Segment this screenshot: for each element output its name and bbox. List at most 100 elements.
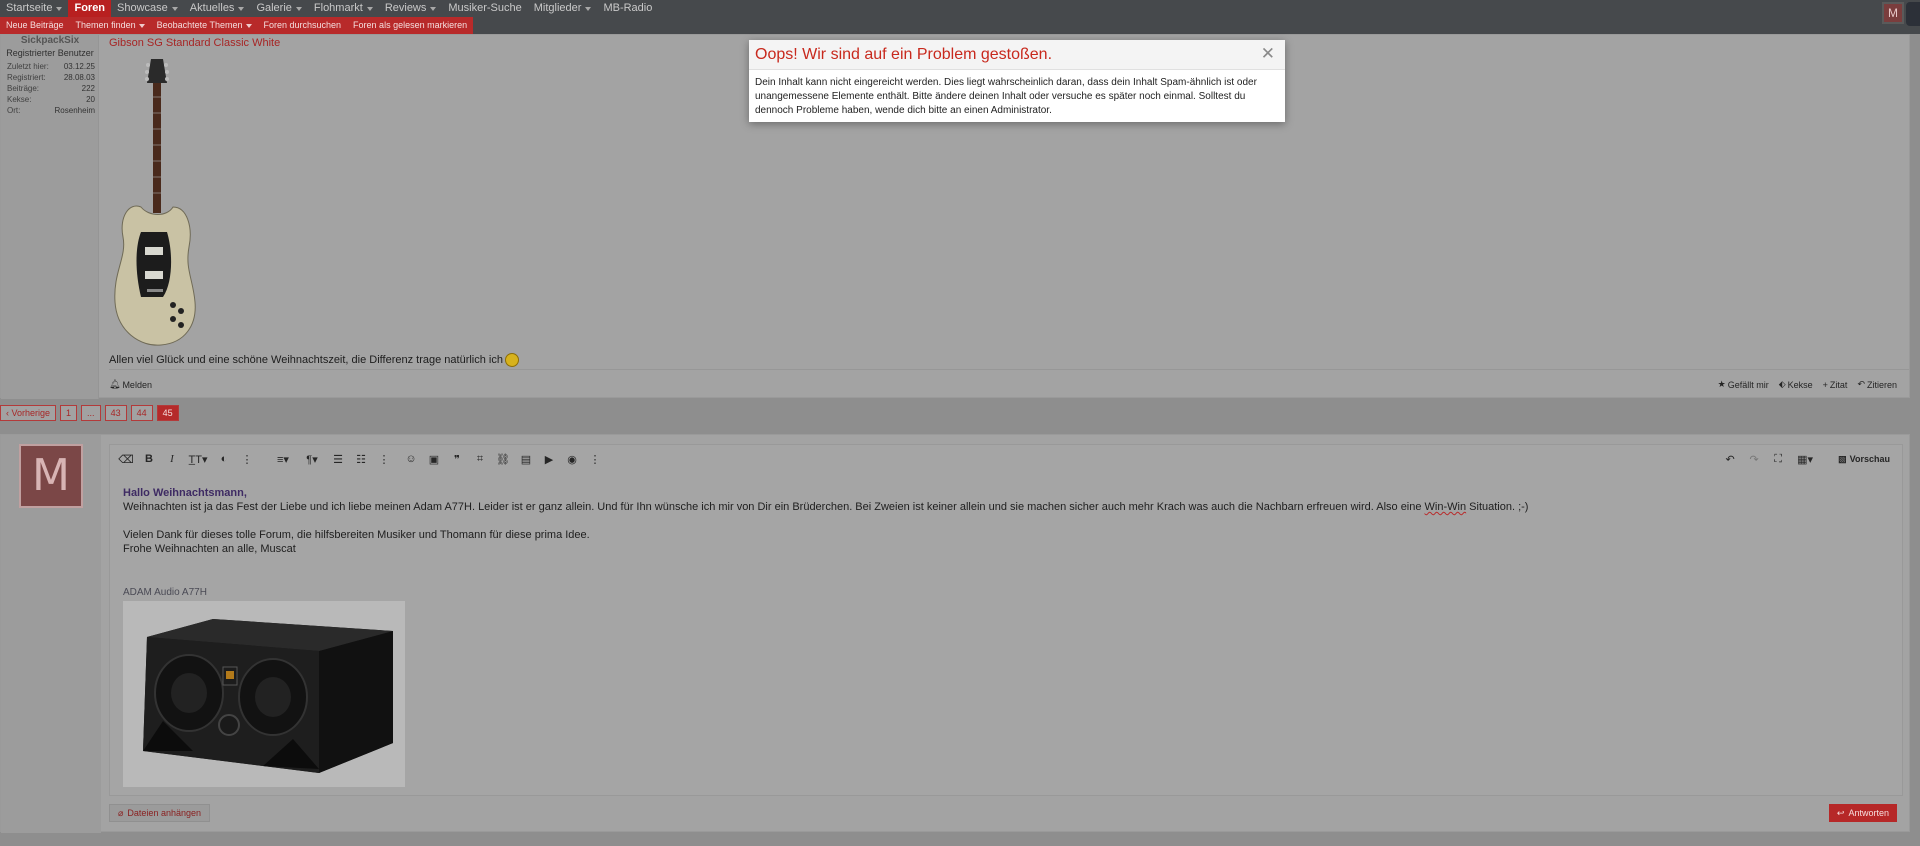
- pagination-page-45[interactable]: 45: [156, 405, 179, 421]
- close-icon[interactable]: ✕: [1261, 44, 1275, 64]
- content-line-2: Vielen Dank für dieses tolle Forum, die …: [123, 529, 590, 541]
- reply-icon: ↶: [1857, 379, 1865, 389]
- video-icon[interactable]: ▶: [543, 453, 555, 466]
- preview-icon: ▧: [1838, 453, 1847, 464]
- divider: [109, 369, 1909, 370]
- reply-button[interactable]: ↩ Antworten: [1828, 804, 1897, 822]
- content-line-1: Weihnachten ist ja das Fest der Liebe un…: [123, 501, 1529, 513]
- speaker-image[interactable]: [123, 601, 405, 787]
- guitar-image: [114, 59, 196, 346]
- chevron-down-icon[interactable]: [295, 6, 302, 11]
- text-size-icon[interactable]: T̲T▾: [189, 453, 208, 466]
- subnav-new-posts[interactable]: Neue Beiträge: [0, 17, 70, 34]
- error-dialog: Oops! Wir sind auf ein Problem gestoßen.…: [749, 40, 1285, 122]
- paragraph-icon[interactable]: ¶▾: [303, 453, 321, 466]
- tag-icon: ⬖: [1778, 379, 1786, 389]
- quote-button[interactable]: ↶ Zitieren: [1857, 379, 1897, 390]
- post-message: Allen viel Glück und eine schöne Weihnac…: [109, 353, 519, 367]
- pagination-page-44[interactable]: 44: [130, 405, 153, 421]
- nav-galerie[interactable]: Galerie: [250, 0, 307, 17]
- redo-icon[interactable]: ↷: [1748, 453, 1760, 466]
- emoji-icon[interactable]: ☺: [405, 453, 417, 465]
- chevron-down-icon[interactable]: [430, 6, 437, 11]
- align-icon[interactable]: ≡▾: [274, 453, 292, 466]
- more-vertical-icon[interactable]: ⋮: [589, 453, 601, 466]
- chevron-down-icon[interactable]: [171, 6, 178, 11]
- camera-icon[interactable]: ◉: [566, 453, 578, 466]
- chevron-down-icon[interactable]: [366, 6, 373, 11]
- chevron-down-icon[interactable]: [138, 23, 145, 28]
- gallery-icon[interactable]: ▤: [520, 453, 532, 466]
- image-title-link[interactable]: Gibson SG Standard Classic White: [109, 37, 280, 49]
- avatar: M: [19, 444, 83, 508]
- quote-plus-button[interactable]: + Zitat: [1823, 379, 1848, 390]
- fullscreen-icon[interactable]: ⛶: [1772, 453, 1784, 465]
- quote-icon[interactable]: ❞: [451, 453, 463, 466]
- bell-icon: 🔔︎: [109, 379, 121, 389]
- stat-registered: Registriert: 28.08.03: [7, 73, 95, 82]
- subnav-mark-read[interactable]: Foren als gelesen markieren: [347, 17, 473, 34]
- dialog-message: Dein Inhalt kann nicht eingereicht werde…: [755, 77, 1257, 116]
- greeting-text: Hallo Weihnachtsmann,: [123, 487, 247, 499]
- spellcheck-word: Win-Win: [1424, 501, 1467, 513]
- nav-mb-radio[interactable]: MB-Radio: [597, 0, 658, 17]
- editor-toolbar-right: ↶ ↷ ⛶ ▦▾ ▧ Vorschau: [1724, 453, 1890, 466]
- drafts-icon[interactable]: ▦▾: [1796, 453, 1814, 466]
- palette-icon[interactable]: ◐: [218, 453, 230, 465]
- nav-mitglieder[interactable]: Mitglieder: [528, 0, 598, 17]
- chevron-down-icon[interactable]: [245, 23, 252, 28]
- nav-reviews[interactable]: Reviews: [379, 0, 443, 17]
- pagination-ellipsis[interactable]: ...: [81, 405, 101, 421]
- link-icon[interactable]: ⛓︎: [496, 453, 510, 466]
- numbered-list-icon[interactable]: ☷: [355, 453, 367, 466]
- editor-content[interactable]: Hallo Weihnachtsmann, Weihnachten ist ja…: [123, 486, 1528, 556]
- top-navigation: Startseite Foren Showcase Aktuelles Gale…: [0, 0, 1920, 17]
- nav-startseite[interactable]: Startseite: [0, 0, 68, 17]
- nav-foren[interactable]: Foren: [68, 0, 112, 17]
- eraser-icon[interactable]: ⌫: [118, 453, 134, 466]
- paperclip-icon: ⌀: [118, 807, 124, 818]
- post-author[interactable]: SickpackSix: [1, 35, 99, 46]
- speaker-illustration: [143, 619, 393, 773]
- bullet-list-icon[interactable]: ☰: [332, 453, 344, 466]
- stat-cookies: Kekse: 20: [7, 95, 95, 104]
- undo-icon[interactable]: ↶: [1724, 453, 1736, 466]
- attach-files-button[interactable]: ⌀ Dateien anhängen: [109, 804, 210, 822]
- nav-flohmarkt[interactable]: Flohmarkt: [308, 0, 379, 17]
- pagination-prev[interactable]: ‹ Vorherige: [0, 405, 57, 421]
- image-caption: ADAM Audio A77H: [123, 587, 207, 598]
- subnav-search-forums[interactable]: Foren durchsuchen: [258, 17, 348, 34]
- dialog-header: Oops! Wir sind auf ein Problem gestoßen.…: [749, 40, 1285, 70]
- stat-location: Ort: Rosenheim: [7, 106, 95, 115]
- preview-button[interactable]: ▧ Vorschau: [1838, 454, 1890, 465]
- post-actions: ★ Gefällt mir ⬖ Kekse + Zitat ↶ Zitieren: [1718, 379, 1897, 390]
- chevron-down-icon[interactable]: [585, 6, 592, 11]
- italic-icon[interactable]: I: [166, 453, 178, 465]
- nav-showcase[interactable]: Showcase: [111, 0, 184, 17]
- user-title: Registrierter Benutzer: [6, 48, 94, 58]
- cookies-button[interactable]: ⬖ Kekse: [1779, 379, 1813, 390]
- stat-last-seen: Zuletzt hier: 03.12.25: [7, 62, 95, 71]
- nav-band: [362, 17, 1920, 34]
- subnav-find-threads[interactable]: Themen finden: [70, 17, 151, 34]
- more-vertical-icon[interactable]: ⋮: [378, 453, 390, 466]
- pagination-page-1[interactable]: 1: [60, 405, 78, 421]
- chevron-down-icon[interactable]: [56, 6, 63, 11]
- stat-posts: Beiträge: 222: [7, 84, 95, 93]
- editor-textarea[interactable]: ⌫ B I T̲T▾ ◐ ⋮ ≡▾ ¶▾ ☰ ☷ ⋮ ☺ ▣ ❞ ⌗ ⛓︎ ▤ …: [109, 444, 1903, 796]
- subnav-watched-threads[interactable]: Beobachtete Themen: [151, 17, 258, 34]
- post-user-info: SickpackSix Registrierter Benutzer Zulet…: [1, 35, 99, 399]
- image-icon[interactable]: ▣: [428, 453, 440, 466]
- nav-aktuelles[interactable]: Aktuelles: [184, 0, 251, 17]
- reply-editor: M ⌫ B I T̲T▾ ◐ ⋮ ≡▾ ¶▾ ☰ ☷ ⋮ ☺ ▣ ❞ ⌗ ⛓︎ …: [0, 434, 1910, 833]
- sub-navigation: Neue Beiträge Themen finden Beobachtete …: [0, 17, 474, 34]
- report-button[interactable]: 🔔︎ Melden: [109, 379, 152, 390]
- pagination-page-43[interactable]: 43: [104, 405, 127, 421]
- chevron-down-icon[interactable]: [238, 6, 245, 11]
- nav-musiker-suche[interactable]: Musiker-Suche: [442, 0, 527, 17]
- user-avatar-button[interactable]: M: [1882, 2, 1904, 24]
- more-vertical-icon[interactable]: ⋮: [241, 453, 253, 466]
- code-icon[interactable]: ⌗: [474, 453, 486, 465]
- bold-icon[interactable]: B: [143, 453, 155, 465]
- like-button[interactable]: ★ Gefällt mir: [1718, 379, 1769, 390]
